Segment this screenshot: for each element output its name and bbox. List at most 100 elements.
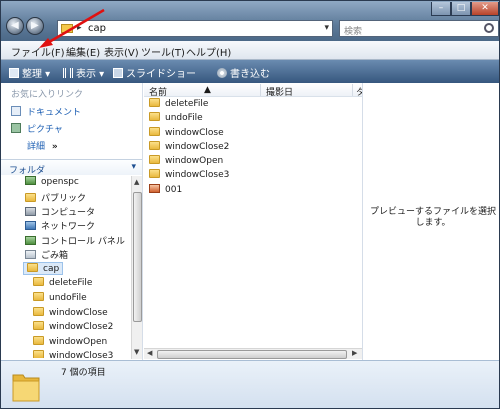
column-date-taken[interactable]: 撮影日 bbox=[266, 85, 293, 98]
favorite-pictures[interactable]: ピクチャ bbox=[11, 122, 63, 135]
views-icon bbox=[63, 68, 73, 78]
menu-edit[interactable]: 編集(E) bbox=[66, 44, 100, 59]
network-icon bbox=[25, 221, 36, 230]
close-button[interactable]: ✕ bbox=[471, 2, 499, 16]
folders-header[interactable]: フォルダ ▾ bbox=[1, 159, 142, 176]
tree-item-label: windowClose bbox=[49, 308, 108, 318]
folder-icon bbox=[27, 263, 38, 272]
folder-icon bbox=[149, 169, 160, 178]
burn-icon bbox=[217, 68, 227, 78]
favorite-documents[interactable]: ドキュメント bbox=[11, 105, 81, 118]
folder-icon bbox=[33, 307, 44, 316]
menu-file[interactable]: ファイル(F) bbox=[11, 44, 65, 59]
folder-icon bbox=[33, 292, 44, 301]
tree-item-computer[interactable]: コンピュータ bbox=[25, 205, 95, 218]
tree-item-label: deleteFile bbox=[49, 278, 93, 288]
list-horizontal-scrollbar[interactable]: ◀ ▶ bbox=[144, 348, 362, 359]
documents-icon bbox=[11, 106, 21, 116]
tree-item-label: windowOpen bbox=[49, 337, 108, 347]
folder-icon bbox=[33, 321, 44, 330]
tree-item-cap[interactable]: cap bbox=[23, 262, 64, 275]
views-label: 表示 bbox=[76, 69, 96, 80]
tree-item-recycle-bin[interactable]: ごみ箱 bbox=[25, 248, 68, 261]
tree-item-label: パブリック bbox=[41, 194, 87, 204]
minimize-button[interactable]: – bbox=[431, 2, 451, 16]
scroll-left-icon[interactable]: ◀ bbox=[147, 349, 152, 357]
folder-icon bbox=[149, 141, 160, 150]
preview-message: プレビューするファイルを選択します。 bbox=[369, 207, 496, 228]
tree-item-control-panel[interactable]: コントロール パネル bbox=[25, 234, 125, 247]
tree-item-deletefile[interactable]: deleteFile bbox=[33, 277, 92, 290]
file-row[interactable]: deleteFile bbox=[149, 98, 208, 111]
folder-icon bbox=[33, 336, 44, 345]
tree-item-public[interactable]: パブリック bbox=[25, 191, 86, 204]
tree-item-label: コンピュータ bbox=[41, 208, 96, 218]
scroll-up-icon[interactable]: ▲ bbox=[134, 178, 139, 186]
image-file-icon bbox=[149, 184, 160, 193]
tree-item-windowclose[interactable]: windowClose bbox=[33, 307, 108, 320]
tree-item-label: ごみ箱 bbox=[41, 251, 69, 261]
folder-icon bbox=[149, 155, 160, 164]
search-input[interactable]: 検索 bbox=[339, 20, 499, 37]
column-header: 名前 ▲ 撮影日 タ bbox=[144, 83, 365, 98]
file-list: 名前 ▲ 撮影日 タ deleteFile undoFile windowClo… bbox=[144, 83, 365, 360]
slideshow-button[interactable]: スライドショー bbox=[113, 65, 196, 80]
favorite-pictures-label: ピクチャ bbox=[27, 125, 63, 135]
scroll-right-icon[interactable]: ▶ bbox=[352, 349, 357, 357]
column-name[interactable]: 名前 bbox=[149, 85, 167, 98]
folder-icon bbox=[12, 374, 40, 402]
file-row[interactable]: 001 bbox=[149, 184, 182, 197]
file-row[interactable]: windowOpen bbox=[149, 155, 223, 168]
file-row[interactable]: windowClose bbox=[149, 127, 224, 140]
tree-item-windowclose3[interactable]: windowClose3 bbox=[33, 350, 113, 358]
scrollbar-thumb[interactable] bbox=[157, 350, 347, 359]
organize-icon bbox=[9, 68, 19, 78]
column-divider[interactable] bbox=[260, 84, 261, 96]
file-name: deleteFile bbox=[165, 99, 209, 109]
address-bar[interactable]: ▸ cap ▾ bbox=[57, 20, 333, 37]
more-links[interactable]: 詳細 » bbox=[27, 139, 58, 152]
folder-tree: openspc パブリック コンピュータ ネットワーク コントロール パネル ご… bbox=[1, 176, 131, 358]
address-dropdown-icon[interactable]: ▾ bbox=[324, 23, 329, 33]
slideshow-label: スライドショー bbox=[126, 69, 196, 80]
organize-button[interactable]: 整理 ▾ bbox=[9, 65, 50, 80]
views-button[interactable]: 表示 ▾ bbox=[63, 65, 104, 80]
menu-help[interactable]: ヘルプ(H) bbox=[186, 44, 231, 59]
menu-bar: ファイル(F) 編集(E) 表示(V) ツール(T) ヘルプ(H) bbox=[1, 41, 499, 60]
more-chevron-icon: » bbox=[51, 142, 58, 152]
file-name: windowOpen bbox=[165, 156, 224, 166]
menu-tools[interactable]: ツール(T) bbox=[141, 44, 185, 59]
tree-item-label: undoFile bbox=[49, 293, 87, 303]
tree-item-label: cap bbox=[43, 264, 60, 274]
back-button[interactable]: ◀ bbox=[6, 17, 24, 35]
tree-item-openspc[interactable]: openspc bbox=[25, 176, 79, 189]
title-bar: ◀ ▶ ▸ cap ▾ 検索 – □ ✕ bbox=[1, 1, 499, 41]
sort-ascending-icon: ▲ bbox=[204, 85, 211, 95]
scrollbar-thumb[interactable] bbox=[133, 192, 142, 322]
column-divider[interactable] bbox=[352, 84, 353, 96]
file-name: windowClose2 bbox=[165, 142, 230, 152]
folder-icon bbox=[33, 350, 44, 358]
burn-label: 書き込む bbox=[230, 69, 270, 80]
tree-item-windowclose2[interactable]: windowClose2 bbox=[33, 321, 113, 334]
burn-button[interactable]: 書き込む bbox=[217, 65, 270, 80]
recycle-bin-icon bbox=[25, 250, 36, 259]
file-row[interactable]: windowClose3 bbox=[149, 169, 229, 182]
search-icon[interactable] bbox=[484, 23, 494, 33]
folder-icon bbox=[25, 193, 36, 202]
tree-item-windowopen[interactable]: windowOpen bbox=[33, 336, 107, 349]
file-name: windowClose3 bbox=[165, 170, 230, 180]
tree-item-label: windowClose2 bbox=[49, 322, 114, 332]
chevron-down-icon: ▾ bbox=[131, 162, 136, 172]
tree-scrollbar[interactable]: ▲ ▼ bbox=[131, 176, 142, 359]
file-row[interactable]: windowClose2 bbox=[149, 141, 229, 154]
search-placeholder: 検索 bbox=[344, 27, 363, 37]
forward-button[interactable]: ▶ bbox=[26, 17, 44, 35]
scroll-down-icon[interactable]: ▼ bbox=[134, 348, 139, 356]
file-row[interactable]: undoFile bbox=[149, 112, 203, 125]
maximize-button[interactable]: □ bbox=[451, 2, 471, 16]
slideshow-icon bbox=[113, 68, 123, 78]
tree-item-network[interactable]: ネットワーク bbox=[25, 219, 95, 232]
menu-view[interactable]: 表示(V) bbox=[104, 44, 139, 59]
tree-item-undofile[interactable]: undoFile bbox=[33, 292, 87, 305]
